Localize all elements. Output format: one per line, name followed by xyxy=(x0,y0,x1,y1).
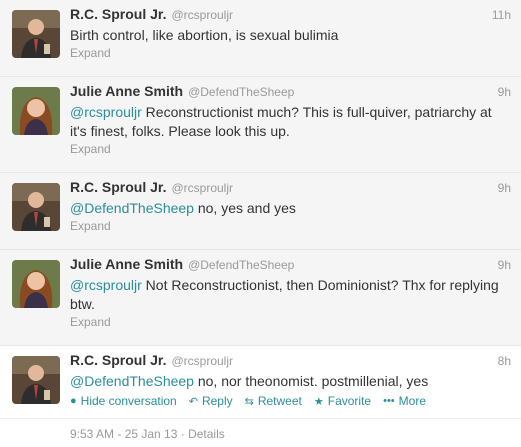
tweet-mention[interactable]: @DefendTheSheep xyxy=(70,200,194,216)
tweet-header: Julie Anne Smith @DefendTheSheep 9h xyxy=(70,256,511,274)
more-button[interactable]: ••• More xyxy=(383,394,426,408)
expand-link[interactable]: Expand xyxy=(70,219,511,233)
tweet-text: @rcsprouljr Reconstructionist much? This… xyxy=(70,103,511,141)
expand-link[interactable]: Expand xyxy=(70,142,511,156)
julie-anne-avatar-image xyxy=(12,260,60,308)
tweet-fullname[interactable]: R.C. Sproul Jr. xyxy=(70,6,166,22)
tweet-time[interactable]: 9h xyxy=(498,181,511,195)
speech-bubble-icon: ● xyxy=(70,395,77,407)
tweet-time[interactable]: 8h xyxy=(498,354,511,368)
tweet-screenname[interactable]: @rcsprouljr xyxy=(171,8,233,22)
reply-arrow-icon: ↶ xyxy=(188,395,198,408)
tweet-text: @DefendTheSheep no, yes and yes xyxy=(70,199,511,218)
tweet[interactable]: Julie Anne Smith @DefendTheSheep 9h @rcs… xyxy=(0,250,521,346)
avatar[interactable] xyxy=(12,356,60,404)
tweet-actions: ● Hide conversation ↶ Reply ⇆ Retweet ★ … xyxy=(70,394,511,408)
tweet-screenname[interactable]: @DefendTheSheep xyxy=(188,85,294,99)
tweet-screenname[interactable]: @rcsprouljr xyxy=(171,181,233,195)
favorite-button[interactable]: ★ Favorite xyxy=(314,394,371,408)
tweet-text: @rcsprouljr Not Reconstructionist, then … xyxy=(70,276,511,314)
tweet-fullname[interactable]: Julie Anne Smith xyxy=(70,83,183,99)
tweet-time[interactable]: 9h xyxy=(498,258,511,272)
favorite-label: Favorite xyxy=(327,394,372,408)
tweet-fullname[interactable]: R.C. Sproul Jr. xyxy=(70,352,166,368)
hide-conversation-button[interactable]: ● Hide conversation xyxy=(70,394,177,408)
tweet-body: Birth control, like abortion, is sexual … xyxy=(70,27,339,43)
retweet-button[interactable]: ⇆ Retweet xyxy=(245,394,302,408)
conversation-timeline: R.C. Sproul Jr. @rcsprouljr 11h Birth co… xyxy=(0,0,521,445)
tweet-details[interactable]: 9:53 AM - 25 Jan 13 · Details xyxy=(0,418,521,447)
tweet-fullname[interactable]: Julie Anne Smith xyxy=(70,256,183,272)
avatar[interactable] xyxy=(12,183,60,231)
tweet-header: Julie Anne Smith @DefendTheSheep 9h xyxy=(70,83,511,101)
tweet-screenname[interactable]: @rcsprouljr xyxy=(171,354,233,368)
expand-link[interactable]: Expand xyxy=(70,46,511,60)
tweet-body: no, yes and yes xyxy=(193,200,296,216)
tweet-mention[interactable]: @rcsprouljr xyxy=(70,277,142,293)
tweet-header: R.C. Sproul Jr. @rcsprouljr 9h xyxy=(70,179,511,197)
rc-sproul-avatar-image xyxy=(12,10,60,58)
rc-sproul-avatar-image xyxy=(12,183,60,231)
tweet-screenname[interactable]: @DefendTheSheep xyxy=(188,258,294,272)
tweet-header: R.C. Sproul Jr. @rcsprouljr 11h xyxy=(70,6,511,24)
tweet[interactable]: Julie Anne Smith @DefendTheSheep 9h @rcs… xyxy=(0,77,521,173)
more-label: More xyxy=(398,394,427,408)
tweet-mention[interactable]: @DefendTheSheep xyxy=(70,373,194,389)
tweet-focused[interactable]: R.C. Sproul Jr. @rcsprouljr 8h @DefendTh… xyxy=(0,346,521,445)
tweet[interactable]: R.C. Sproul Jr. @rcsprouljr 9h @DefendTh… xyxy=(0,173,521,250)
julie-anne-avatar-image xyxy=(12,87,60,135)
tweet-time[interactable]: 9h xyxy=(498,85,511,99)
retweet-label: Retweet xyxy=(257,394,302,408)
tweet-time[interactable]: 11h xyxy=(492,8,511,22)
tweet-mention[interactable]: @rcsprouljr xyxy=(70,104,142,120)
avatar[interactable] xyxy=(12,260,60,308)
tweet-header: R.C. Sproul Jr. @rcsprouljr 8h xyxy=(70,352,511,370)
avatar[interactable] xyxy=(12,10,60,58)
more-dots-icon: ••• xyxy=(383,395,395,407)
tweet[interactable]: R.C. Sproul Jr. @rcsprouljr 11h Birth co… xyxy=(0,0,521,77)
tweet-text: Birth control, like abortion, is sexual … xyxy=(70,26,511,45)
rc-sproul-avatar-image xyxy=(12,356,60,404)
tweet-body: no, nor theonomist. postmillenial, yes xyxy=(193,373,429,389)
reply-label: Reply xyxy=(201,394,233,408)
expand-link[interactable]: Expand xyxy=(70,315,511,329)
star-icon: ★ xyxy=(313,395,324,408)
reply-button[interactable]: ↶ Reply xyxy=(189,394,233,408)
tweet-text: @DefendTheSheep no, nor theonomist. post… xyxy=(70,372,511,391)
retweet-icon: ⇆ xyxy=(244,395,254,408)
tweet-fullname[interactable]: R.C. Sproul Jr. xyxy=(70,179,166,195)
hide-conversation-label: Hide conversation xyxy=(80,394,177,408)
avatar[interactable] xyxy=(12,87,60,135)
